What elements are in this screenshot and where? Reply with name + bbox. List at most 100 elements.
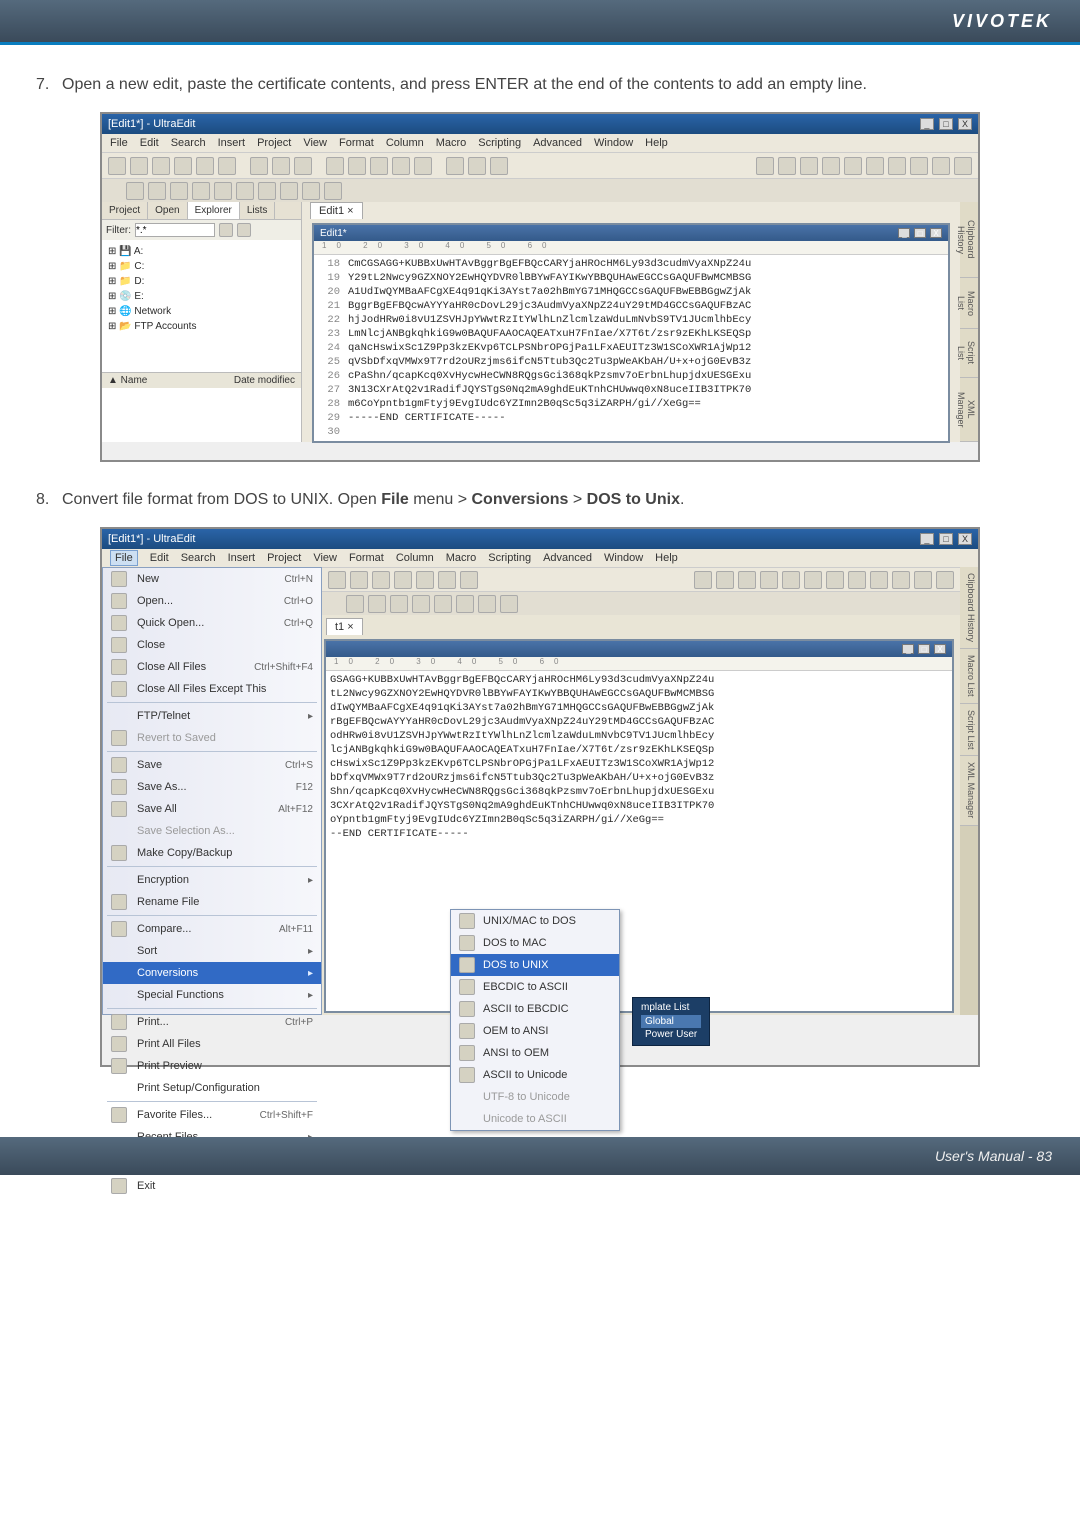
menu-open[interactable]: Open...Ctrl+O <box>103 590 321 612</box>
tab-open[interactable]: Open <box>148 202 187 219</box>
toolbar-icon[interactable] <box>936 571 954 589</box>
menu-insert[interactable]: Insert <box>218 137 246 149</box>
toolbar-icon[interactable] <box>460 571 478 589</box>
filter-input[interactable] <box>135 223 215 237</box>
menu-help[interactable]: Help <box>655 552 678 564</box>
tree-item[interactable]: ⊞ 💿 E: <box>108 289 295 304</box>
tab-project[interactable]: Project <box>102 202 148 219</box>
toolbar-icon[interactable] <box>804 571 822 589</box>
toolbar-icon[interactable] <box>500 595 518 613</box>
menu-revert[interactable]: Revert to Saved <box>103 727 321 749</box>
menu-window[interactable]: Window <box>594 137 633 149</box>
tree-item[interactable]: ⊞ 📁 C: <box>108 259 295 274</box>
toolbar-icon[interactable] <box>294 157 312 175</box>
vtab-clipboard[interactable]: Clipboard History <box>960 567 978 649</box>
menu-insert[interactable]: Insert <box>228 552 256 564</box>
menu-scripting[interactable]: Scripting <box>488 552 531 564</box>
inner-min-button[interactable]: _ <box>902 644 914 654</box>
toolbar-icon[interactable] <box>170 182 188 200</box>
inner-min-button[interactable]: _ <box>898 228 910 238</box>
vtab-xml[interactable]: XML Manager <box>960 378 978 442</box>
menu-search[interactable]: Search <box>181 552 216 564</box>
toolbar-icon[interactable] <box>892 571 910 589</box>
filter-refresh-icon[interactable] <box>237 223 251 237</box>
toolbar-icon[interactable] <box>324 182 342 200</box>
menu-format[interactable]: Format <box>349 552 384 564</box>
close-button[interactable]: X <box>958 118 972 130</box>
toolbar-icon[interactable] <box>468 157 486 175</box>
submenu-ascii-to-unicode[interactable]: ASCII to Unicode <box>451 1064 619 1086</box>
toolbar-icon[interactable] <box>412 595 430 613</box>
menu-macro[interactable]: Macro <box>436 137 467 149</box>
submenu-dos-to-unix[interactable]: DOS to UNIX <box>451 954 619 976</box>
menu-saveas[interactable]: Save As...F12 <box>103 776 321 798</box>
menu-close[interactable]: Close <box>103 634 321 656</box>
toolbar-icon[interactable] <box>456 595 474 613</box>
tree-item[interactable]: ⊞ 📂 FTP Accounts <box>108 319 295 334</box>
tab-lists[interactable]: Lists <box>240 202 276 219</box>
toolbar-icon[interactable] <box>434 595 452 613</box>
toolbar-icon[interactable] <box>800 157 818 175</box>
menu-compare[interactable]: Compare...Alt+F11 <box>103 918 321 940</box>
filter-go-icon[interactable] <box>219 223 233 237</box>
menu-quick-open[interactable]: Quick Open...Ctrl+Q <box>103 612 321 634</box>
toolbar-icon[interactable] <box>148 182 166 200</box>
menu-file[interactable]: File <box>110 550 138 566</box>
minimize-button[interactable]: _ <box>920 118 934 130</box>
toolbar-icon[interactable] <box>258 182 276 200</box>
menu-view[interactable]: View <box>303 137 327 149</box>
minimize-button[interactable]: _ <box>920 533 934 545</box>
toolbar-icon[interactable] <box>394 571 412 589</box>
menu-encryption[interactable]: Encryption▸ <box>103 869 321 891</box>
toolbar-icon[interactable] <box>866 157 884 175</box>
tab-explorer[interactable]: Explorer <box>188 202 240 219</box>
menu-special-functions[interactable]: Special Functions▸ <box>103 984 321 1006</box>
toolbar-icon[interactable] <box>214 182 232 200</box>
tree-item[interactable]: ⊞ 🌐 Network <box>108 304 295 319</box>
submenu-dos-to-mac[interactable]: DOS to MAC <box>451 932 619 954</box>
toolbar-icon[interactable] <box>438 571 456 589</box>
menu-window[interactable]: Window <box>604 552 643 564</box>
toolbar-icon[interactable] <box>782 571 800 589</box>
toolbar-icon[interactable] <box>914 571 932 589</box>
menu-print-all[interactable]: Print All Files <box>103 1033 321 1055</box>
vtab-xml[interactable]: XML Manager <box>960 756 978 825</box>
submenu-utf8-to-unicode[interactable]: UTF-8 to Unicode <box>451 1086 619 1108</box>
doc-tab-edit1[interactable]: t1 × <box>326 618 363 635</box>
inner-close-button[interactable]: X <box>934 644 946 654</box>
menu-ftp[interactable]: FTP/Telnet▸ <box>103 705 321 727</box>
menu-edit[interactable]: Edit <box>150 552 169 564</box>
menu-save-selection[interactable]: Save Selection As... <box>103 820 321 842</box>
submenu-oem-to-ansi[interactable]: OEM to ANSI <box>451 1020 619 1042</box>
toolbar-icon[interactable] <box>250 157 268 175</box>
menu-help[interactable]: Help <box>645 137 668 149</box>
toolbar-icon[interactable] <box>848 571 866 589</box>
submenu-unixmac-to-dos[interactable]: UNIX/MAC to DOS <box>451 910 619 932</box>
maximize-button[interactable]: □ <box>939 533 953 545</box>
toolbar-icon[interactable] <box>108 157 126 175</box>
toolbar-icon[interactable] <box>954 157 972 175</box>
toolbar-icon[interactable] <box>302 182 320 200</box>
maximize-button[interactable]: □ <box>939 118 953 130</box>
submenu-ansi-to-oem[interactable]: ANSI to OEM <box>451 1042 619 1064</box>
toolbar-icon[interactable] <box>372 571 390 589</box>
close-button[interactable]: X <box>958 533 972 545</box>
menu-column[interactable]: Column <box>386 137 424 149</box>
toolbar-icon[interactable] <box>870 571 888 589</box>
menu-close-except[interactable]: Close All Files Except This <box>103 678 321 700</box>
tree-item[interactable]: ⊞ 📁 D: <box>108 274 295 289</box>
vtab-script[interactable]: Script List <box>960 704 978 757</box>
menu-edit[interactable]: Edit <box>140 137 159 149</box>
menu-saveall[interactable]: Save AllAlt+F12 <box>103 798 321 820</box>
toolbar-icon[interactable] <box>196 157 214 175</box>
toolbar-icon[interactable] <box>368 595 386 613</box>
menu-advanced[interactable]: Advanced <box>543 552 592 564</box>
inner-max-button[interactable]: □ <box>918 644 930 654</box>
menu-search[interactable]: Search <box>171 137 206 149</box>
code-area[interactable]: 18CmCGSAGG+KUBBxUwHTAvBggrBgEFBQcCARYjaH… <box>314 255 948 441</box>
toolbar-icon[interactable] <box>760 571 778 589</box>
toolbar-icon[interactable] <box>888 157 906 175</box>
toolbar-icon[interactable] <box>910 157 928 175</box>
toolbar-icon[interactable] <box>826 571 844 589</box>
menu-print[interactable]: Print...Ctrl+P <box>103 1011 321 1033</box>
